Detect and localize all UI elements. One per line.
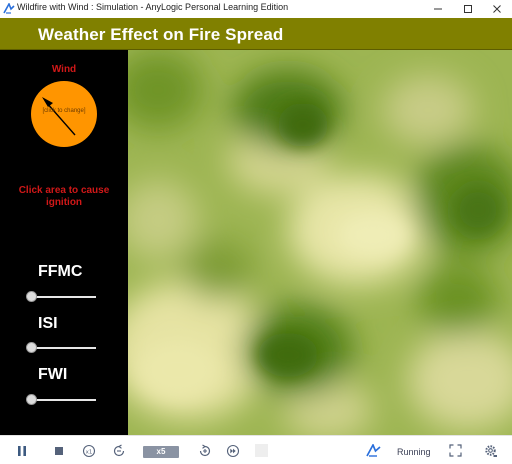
anylogic-logo-icon — [366, 443, 381, 457]
slow-down-button[interactable] — [109, 436, 129, 464]
realtime-speed-button[interactable]: x1 — [79, 436, 99, 464]
fwi-slider-track — [30, 399, 96, 401]
window-title: Wildfire with Wind : Simulation - AnyLog… — [17, 2, 289, 12]
ignition-hint: Click area to cause ignition — [18, 185, 110, 208]
fwi-slider-thumb[interactable] — [26, 394, 37, 405]
speed-up-icon — [199, 444, 211, 456]
run-until-button[interactable] — [223, 436, 243, 464]
stop-button[interactable] — [49, 436, 69, 464]
wind-click-hint: [click to change] — [42, 108, 86, 114]
vegetation-map-canvas — [128, 50, 512, 435]
isi-label: ISI — [38, 315, 58, 332]
control-panel: Wind [click to change] Click area to cau… — [0, 50, 128, 435]
minimize-button[interactable] — [421, 0, 455, 18]
fullscreen-button[interactable] — [445, 436, 465, 464]
speed-up-button[interactable] — [195, 436, 215, 464]
slow-down-icon — [113, 444, 125, 456]
fast-forward-icon — [226, 444, 240, 457]
speed-x1-icon: x1 — [82, 444, 96, 457]
fwi-label: FWI — [38, 366, 68, 383]
isi-slider[interactable] — [26, 342, 96, 354]
pause-button[interactable] — [12, 436, 32, 464]
close-button[interactable] — [480, 0, 512, 18]
maximize-icon — [464, 5, 472, 13]
fullscreen-icon — [448, 444, 462, 457]
anylogic-logo-button[interactable] — [363, 436, 385, 464]
model-header: Weather Effect on Fire Spread — [0, 18, 512, 50]
minimize-icon — [434, 8, 442, 10]
wind-direction-arrow-icon — [42, 97, 76, 136]
close-icon — [493, 5, 501, 13]
svg-text:x1: x1 — [86, 449, 93, 455]
wind-label: Wind — [51, 64, 77, 75]
isi-slider-thumb[interactable] — [26, 342, 37, 353]
ffmc-label: FFMC — [38, 263, 83, 280]
step-button-disabled — [252, 436, 270, 464]
window-title-bar: Wildfire with Wind : Simulation - AnyLog… — [0, 0, 512, 18]
run-status-text: Running — [397, 447, 431, 457]
anylogic-app-icon — [3, 3, 15, 14]
vegetation-map-area[interactable] — [128, 50, 512, 435]
model-title: Weather Effect on Fire Spread — [38, 25, 284, 44]
stop-icon — [55, 446, 63, 455]
ffmc-slider-thumb[interactable] — [26, 291, 37, 302]
blank-icon — [254, 444, 268, 457]
settings-button[interactable] — [481, 436, 501, 464]
gear-icon — [485, 444, 497, 457]
fwi-slider[interactable] — [26, 394, 96, 406]
pause-icon — [18, 445, 26, 456]
wind-direction-dial[interactable]: [click to change] — [31, 81, 97, 147]
ffmc-slider-track — [30, 296, 96, 298]
ffmc-slider[interactable] — [26, 291, 96, 303]
isi-slider-track — [30, 347, 96, 349]
simulation-toolbar: x1 x5 Running — [0, 435, 512, 464]
simulation-speed-badge: x5 — [143, 446, 179, 458]
